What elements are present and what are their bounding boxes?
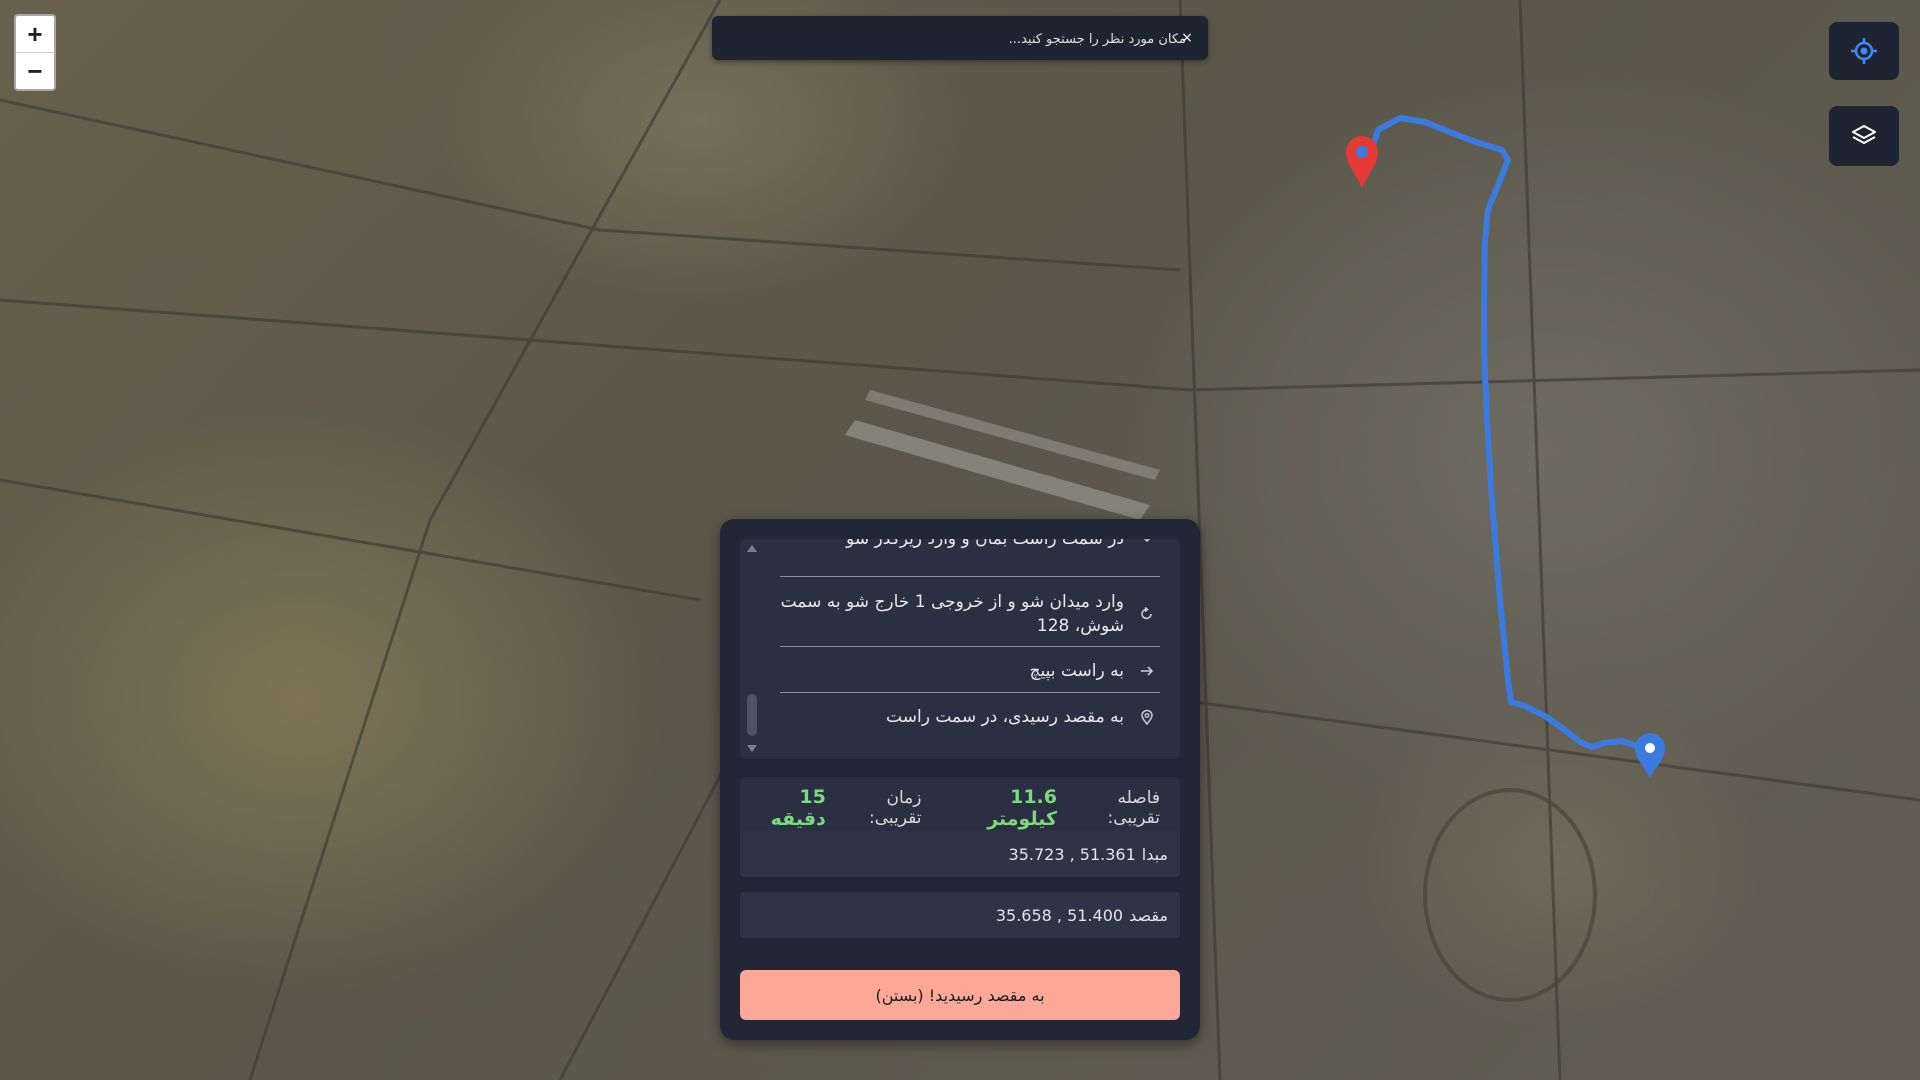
close-icon[interactable]: ×	[1177, 28, 1197, 48]
time-label: زمان تقریبی:	[869, 788, 922, 828]
airport-runway	[845, 390, 1160, 520]
route-line	[1362, 115, 1655, 756]
search-bar: ×	[712, 16, 1208, 62]
roundabout-icon	[1141, 606, 1152, 620]
racetrack	[1423, 788, 1597, 1002]
locate-button[interactable]	[1829, 22, 1899, 80]
time-value: 15 دقیقه	[770, 786, 826, 830]
direction-step: به راست بپیچ	[780, 659, 1160, 683]
distance-label: فاصله تقریبی:	[1107, 788, 1160, 828]
chevron-icon	[1143, 539, 1151, 543]
scroll-down-arrow[interactable]	[747, 745, 757, 752]
zoom-in-button[interactable]: +	[16, 16, 54, 52]
step-divider	[780, 692, 1160, 693]
layers-icon	[1852, 125, 1876, 144]
origin-field[interactable]: مبدا 35.723 , 51.361	[740, 831, 1180, 877]
destination-coordinates: 35.658 , 51.400	[995, 905, 1124, 925]
origin-label: مبدا	[1141, 844, 1168, 864]
direction-step: به مقصد رسیدی، در سمت راست	[780, 705, 1160, 729]
directions-list[interactable]: در سمت راست بمان و وارد زیرگذر شو وارد م…	[740, 539, 1180, 759]
direction-step: وارد میدان شو و از خروجی 1 خارج شو به سم…	[780, 590, 1160, 638]
destination-field[interactable]: مقصد 35.658 , 51.400	[740, 892, 1180, 938]
destination-label: مقصد	[1129, 905, 1168, 925]
zoom-control: + −	[14, 14, 56, 91]
direction-step-text: به مقصد رسیدی، در سمت راست	[886, 707, 1124, 727]
crosshair-icon	[1851, 38, 1877, 64]
scroll-thumb[interactable]	[747, 694, 757, 736]
direction-step: در سمت راست بمان و وارد زیرگذر شو	[780, 539, 1160, 551]
layers-button[interactable]	[1829, 106, 1899, 166]
start-marker-icon[interactable]	[1346, 136, 1378, 188]
distance-value: 11.6 کیلومتر	[987, 786, 1057, 830]
search-input[interactable]	[752, 16, 1188, 62]
location-pin-icon	[1141, 709, 1153, 726]
directions-scrollbar[interactable]	[745, 539, 759, 759]
step-divider	[780, 576, 1160, 577]
route-panel: در سمت راست بمان و وارد زیرگذر شو وارد م…	[720, 519, 1200, 1040]
step-divider	[780, 646, 1160, 647]
direction-step-text: وارد میدان شو و از خروجی 1 خارج شو به سم…	[780, 592, 1124, 636]
arrived-close-button[interactable]: به مقصد رسیدید! (بستن)	[740, 970, 1180, 1020]
scroll-up-arrow[interactable]	[747, 545, 757, 552]
end-marker-icon[interactable]	[1635, 733, 1665, 778]
origin-coordinates: 35.723 , 51.361	[1008, 844, 1136, 864]
zoom-out-button[interactable]: −	[16, 52, 54, 89]
arrow-right-icon	[1141, 666, 1154, 676]
direction-step-text: به راست بپیچ	[1029, 661, 1125, 681]
route-summary: فاصله تقریبی: 11.6 کیلومتر زمان تقریبی: …	[740, 777, 1180, 839]
direction-step-text: در سمت راست بمان و وارد زیرگذر شو	[846, 539, 1124, 549]
